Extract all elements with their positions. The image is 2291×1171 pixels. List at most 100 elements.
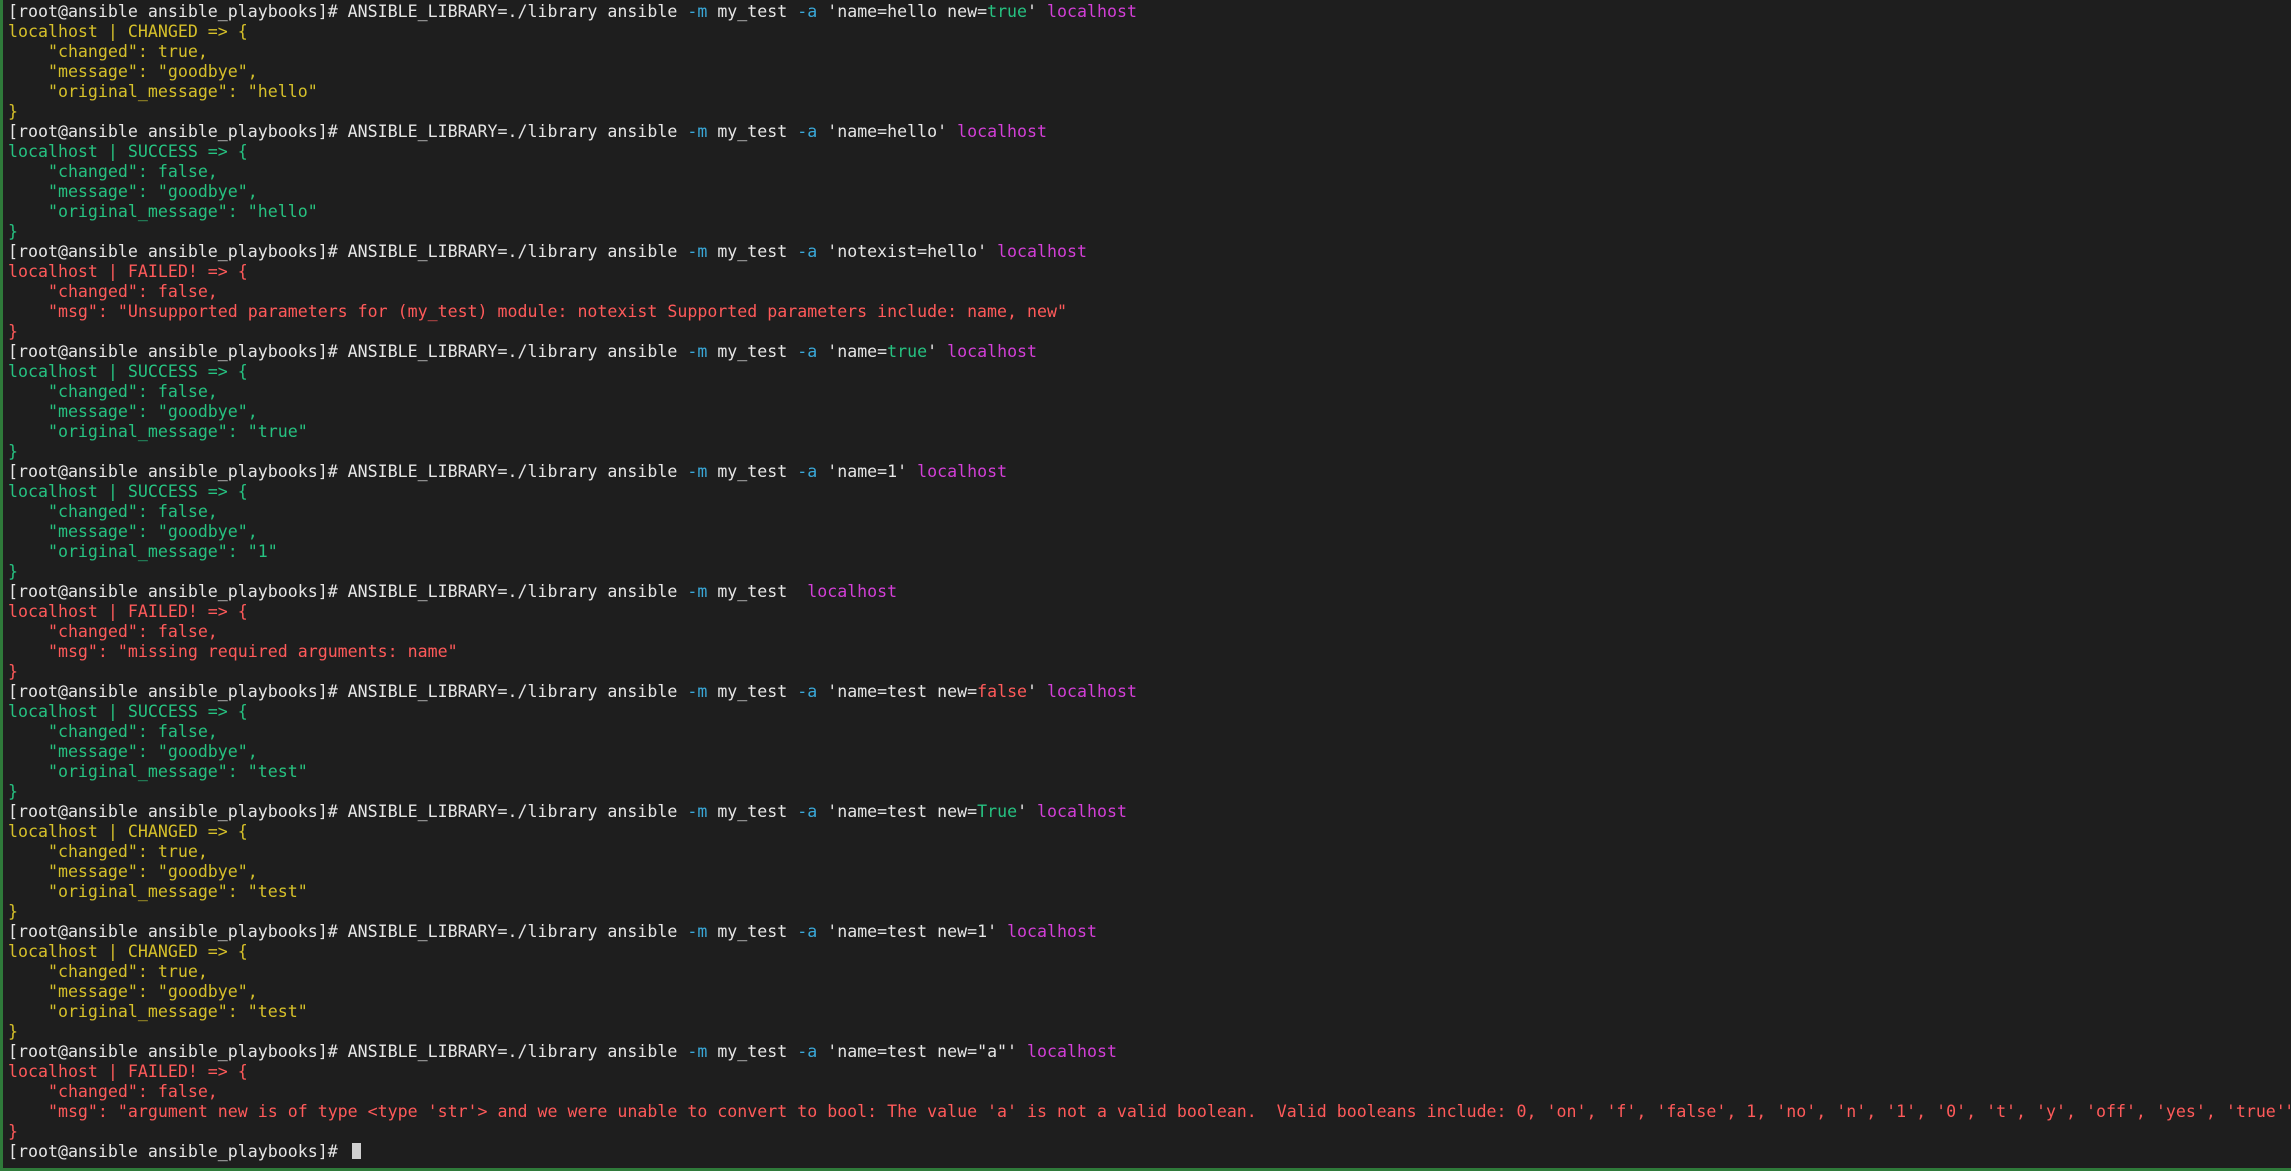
terminal-text-segment: my_test bbox=[707, 342, 798, 361]
terminal-text-segment: my_test bbox=[707, 922, 798, 941]
terminal-line: "message": "goodbye", bbox=[8, 982, 2291, 1002]
terminal-text-segment: localhost | CHANGED => { bbox=[8, 942, 248, 961]
terminal-text-segment: 'notexist=hello' bbox=[817, 242, 998, 261]
terminal-text-segment: -a bbox=[797, 802, 818, 821]
terminal-text-segment: -m bbox=[687, 682, 708, 701]
terminal-line: "msg": "argument new is of type <type 's… bbox=[8, 1102, 2291, 1122]
terminal-text-segment: [root@ansible ansible_playbooks]# ANSIBL… bbox=[8, 122, 688, 141]
terminal-line: localhost | SUCCESS => { bbox=[8, 702, 2291, 722]
terminal-text-segment: "original_message": "test" bbox=[8, 1002, 308, 1021]
terminal-text-segment: true bbox=[987, 2, 1028, 21]
terminal-line: "message": "goodbye", bbox=[8, 862, 2291, 882]
terminal-line: localhost | CHANGED => { bbox=[8, 942, 2291, 962]
terminal-text-segment: -m bbox=[687, 1042, 708, 1061]
terminal-line: localhost | FAILED! => { bbox=[8, 602, 2291, 622]
terminal-line: } bbox=[8, 102, 2291, 122]
terminal-line: [root@ansible ansible_playbooks]# ANSIBL… bbox=[8, 802, 2291, 822]
terminal-text-segment: [root@ansible ansible_playbooks]# ANSIBL… bbox=[8, 802, 688, 821]
terminal-text-segment: "changed": true, bbox=[8, 42, 208, 61]
terminal-line: [root@ansible ansible_playbooks]# ANSIBL… bbox=[8, 242, 2291, 262]
terminal-text-segment: 'name=test new= bbox=[817, 802, 978, 821]
terminal-output[interactable]: [root@ansible ansible_playbooks]# ANSIBL… bbox=[8, 2, 2291, 1164]
terminal-text-segment: localhost bbox=[947, 342, 1038, 361]
terminal-text-segment: "original_message": "test" bbox=[8, 762, 308, 781]
terminal-line: } bbox=[8, 562, 2291, 582]
terminal-text-segment: -m bbox=[687, 802, 708, 821]
terminal-text-segment: localhost | FAILED! => { bbox=[8, 602, 248, 621]
terminal-text-segment: localhost bbox=[1037, 802, 1127, 821]
terminal-line: localhost | FAILED! => { bbox=[8, 262, 2291, 282]
terminal-line: [root@ansible ansible_playbooks]# ANSIBL… bbox=[8, 2, 2291, 22]
terminal-text-segment: localhost bbox=[807, 582, 898, 601]
terminal-line: } bbox=[8, 222, 2291, 242]
terminal-text-segment: [root@ansible ansible_playbooks]# ANSIBL… bbox=[8, 462, 688, 481]
terminal-text-segment: -a bbox=[797, 682, 818, 701]
terminal-text-segment: localhost | SUCCESS => { bbox=[8, 142, 248, 161]
terminal-line: localhost | CHANGED => { bbox=[8, 22, 2291, 42]
terminal-text-segment: true bbox=[887, 342, 928, 361]
terminal-text-segment: my_test bbox=[707, 122, 798, 141]
terminal-text-segment: -a bbox=[797, 462, 818, 481]
terminal-line: "message": "goodbye", bbox=[8, 742, 2291, 762]
terminal-text-segment: "changed": false, bbox=[8, 382, 218, 401]
terminal-text-segment: "changed": true, bbox=[8, 962, 208, 981]
terminal-line: [root@ansible ansible_playbooks]# ANSIBL… bbox=[8, 342, 2291, 362]
terminal-text-segment: localhost | SUCCESS => { bbox=[8, 482, 248, 501]
terminal-line: "changed": false, bbox=[8, 1082, 2291, 1102]
terminal-text-segment: } bbox=[8, 562, 18, 581]
terminal-text-segment: "msg": "argument new is of type <type 's… bbox=[8, 1102, 2291, 1121]
terminal-text-segment: "message": "goodbye", bbox=[8, 62, 258, 81]
terminal-text-segment: localhost | CHANGED => { bbox=[8, 22, 248, 41]
terminal-text-segment: ' bbox=[1027, 2, 1048, 21]
terminal-text-segment: -m bbox=[687, 2, 708, 21]
terminal-text-segment: "changed": true, bbox=[8, 842, 208, 861]
terminal-text-segment: } bbox=[8, 102, 18, 121]
terminal-text-segment: -m bbox=[687, 922, 708, 941]
terminal-text-segment: -a bbox=[797, 1042, 818, 1061]
terminal-line: "original_message": "test" bbox=[8, 762, 2291, 782]
terminal-text-segment: ' bbox=[1027, 682, 1048, 701]
terminal-text-segment: } bbox=[8, 1022, 18, 1041]
terminal-text-segment: localhost bbox=[917, 462, 1008, 481]
terminal-text-segment: [root@ansible ansible_playbooks]# ANSIBL… bbox=[8, 2, 688, 21]
prompt-line[interactable]: [root@ansible ansible_playbooks]# bbox=[8, 1142, 2291, 1162]
terminal-text-segment: 'name=hello new= bbox=[817, 2, 988, 21]
terminal-text-segment: my_test bbox=[707, 802, 798, 821]
terminal-text-segment: my_test bbox=[707, 682, 798, 701]
terminal-text-segment: } bbox=[8, 662, 18, 681]
terminal-line: [root@ansible ansible_playbooks]# ANSIBL… bbox=[8, 462, 2291, 482]
terminal-window[interactable]: [root@ansible ansible_playbooks]# ANSIBL… bbox=[0, 0, 2291, 1171]
terminal-text-segment: localhost bbox=[1007, 922, 1097, 941]
terminal-text-segment: my_test bbox=[707, 242, 798, 261]
terminal-line: "original_message": "hello" bbox=[8, 82, 2291, 102]
terminal-text-segment: 'name=1' bbox=[817, 462, 918, 481]
terminal-line: localhost | SUCCESS => { bbox=[8, 142, 2291, 162]
terminal-line: [root@ansible ansible_playbooks]# ANSIBL… bbox=[8, 922, 2291, 942]
terminal-line: "original_message": "test" bbox=[8, 882, 2291, 902]
terminal-line: } bbox=[8, 322, 2291, 342]
terminal-line: "original_message": "true" bbox=[8, 422, 2291, 442]
terminal-text-segment: "msg": "Unsupported parameters for (my_t… bbox=[8, 302, 1067, 321]
terminal-text-segment: my_test bbox=[707, 462, 798, 481]
terminal-line: "original_message": "hello" bbox=[8, 202, 2291, 222]
terminal-text-segment: 'name=test new="a"' bbox=[817, 1042, 1028, 1061]
terminal-text-segment: "changed": false, bbox=[8, 162, 218, 181]
terminal-text-segment: } bbox=[8, 222, 18, 241]
terminal-text-segment: -m bbox=[687, 582, 708, 601]
terminal-text-segment: "original_message": "test" bbox=[8, 882, 308, 901]
block-cursor-icon bbox=[351, 1143, 361, 1159]
terminal-text-segment: -a bbox=[797, 122, 818, 141]
terminal-text-segment: } bbox=[8, 782, 18, 801]
terminal-line: [root@ansible ansible_playbooks]# ANSIBL… bbox=[8, 682, 2291, 702]
terminal-text-segment: localhost bbox=[1027, 1042, 1117, 1061]
terminal-text-segment: [root@ansible ansible_playbooks]# ANSIBL… bbox=[8, 682, 688, 701]
terminal-text-segment: -m bbox=[687, 122, 708, 141]
terminal-text-segment: -m bbox=[687, 242, 708, 261]
terminal-text-segment: [root@ansible ansible_playbooks]# ANSIBL… bbox=[8, 922, 688, 941]
terminal-text-segment: "changed": false, bbox=[8, 282, 218, 301]
terminal-text-segment: True bbox=[977, 802, 1018, 821]
terminal-text-segment: -m bbox=[687, 342, 708, 361]
terminal-text-segment: } bbox=[8, 1122, 18, 1141]
terminal-text-segment: "message": "goodbye", bbox=[8, 982, 258, 1001]
terminal-line: localhost | SUCCESS => { bbox=[8, 482, 2291, 502]
